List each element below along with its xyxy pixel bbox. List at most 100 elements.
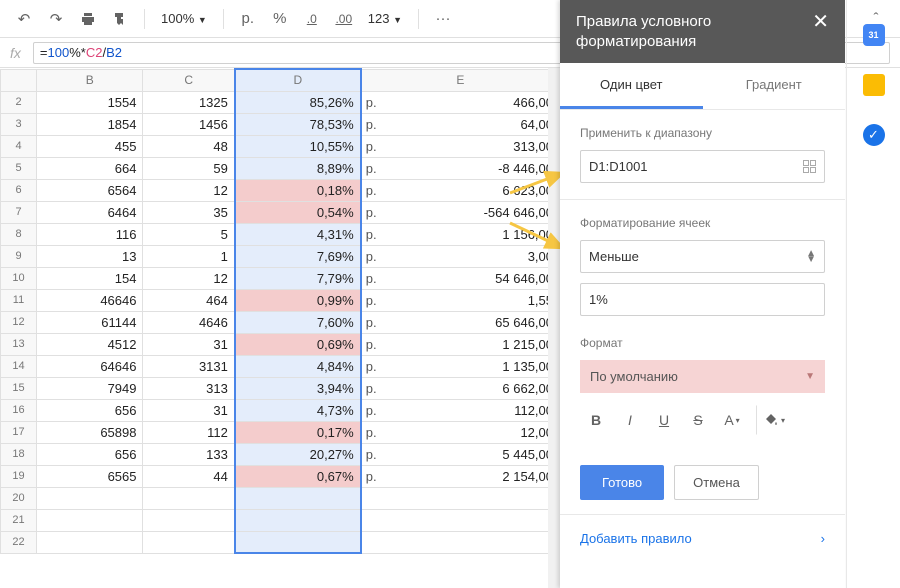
cell[interactable]: 85,26% — [235, 91, 361, 113]
number-format-select[interactable]: 123 ▼ — [362, 11, 408, 26]
cell[interactable]: р.6 662,00 — [361, 377, 560, 399]
row-header[interactable]: 8 — [1, 223, 37, 245]
cell[interactable] — [235, 509, 361, 531]
cell[interactable]: р.1 135,00 — [361, 355, 560, 377]
vertical-scrollbar[interactable] — [548, 68, 560, 588]
cell[interactable]: 1325 — [143, 91, 235, 113]
cell[interactable]: р.-8 446,00 — [361, 157, 560, 179]
cell[interactable]: 6565 — [37, 465, 143, 487]
cell[interactable]: 65898 — [37, 421, 143, 443]
cell[interactable]: 0,17% — [235, 421, 361, 443]
cell[interactable] — [361, 509, 560, 531]
underline-button[interactable]: U — [648, 405, 680, 435]
dec-decrease-button[interactable]: .0 — [298, 5, 326, 33]
cell[interactable] — [361, 487, 560, 509]
cell[interactable]: 0,54% — [235, 201, 361, 223]
row-header[interactable]: 9 — [1, 245, 37, 267]
cell[interactable]: р.54 646,00 — [361, 267, 560, 289]
cell[interactable] — [37, 487, 143, 509]
row-header[interactable]: 3 — [1, 113, 37, 135]
add-rule-button[interactable]: Добавить правило › — [560, 514, 845, 562]
cell[interactable]: р.313,00 — [361, 135, 560, 157]
row-header[interactable]: 19 — [1, 465, 37, 487]
dec-increase-button[interactable]: .00 — [330, 5, 358, 33]
row-header[interactable]: 7 — [1, 201, 37, 223]
row-header[interactable]: 2 — [1, 91, 37, 113]
cell[interactable]: р.6 623,00 — [361, 179, 560, 201]
row-header[interactable]: 14 — [1, 355, 37, 377]
cell[interactable]: 455 — [37, 135, 143, 157]
cell[interactable] — [143, 531, 235, 553]
cancel-button[interactable]: Отмена — [674, 465, 759, 500]
cell[interactable]: 78,53% — [235, 113, 361, 135]
cell[interactable] — [37, 531, 143, 553]
row-header[interactable]: 5 — [1, 157, 37, 179]
cell[interactable]: 44 — [143, 465, 235, 487]
fill-color-button[interactable]: ▾ — [756, 405, 788, 435]
cell[interactable]: 5 — [143, 223, 235, 245]
cell[interactable]: р.65 646,00 — [361, 311, 560, 333]
cell[interactable]: 656 — [37, 399, 143, 421]
cell[interactable]: 1854 — [37, 113, 143, 135]
currency-button[interactable]: р. — [234, 5, 262, 33]
cell[interactable] — [235, 487, 361, 509]
cell[interactable]: р.2 154,00 — [361, 465, 560, 487]
cell[interactable] — [143, 487, 235, 509]
bold-button[interactable]: B — [580, 405, 612, 435]
cell[interactable]: 313 — [143, 377, 235, 399]
cell[interactable]: 1456 — [143, 113, 235, 135]
cell[interactable]: р.5 445,00 — [361, 443, 560, 465]
undo-icon[interactable]: ↶ — [10, 5, 38, 33]
cell[interactable]: 3131 — [143, 355, 235, 377]
cell[interactable]: 31 — [143, 399, 235, 421]
tab-single-color[interactable]: Один цвет — [560, 63, 703, 109]
cell[interactable]: 0,18% — [235, 179, 361, 201]
cell[interactable] — [361, 531, 560, 553]
cell[interactable]: 12 — [143, 179, 235, 201]
range-input[interactable]: D1:D1001 — [580, 150, 825, 183]
col-header-e[interactable]: E — [361, 69, 560, 91]
row-header[interactable]: 16 — [1, 399, 37, 421]
calendar-icon[interactable]: 31 — [863, 24, 885, 46]
row-header[interactable]: 4 — [1, 135, 37, 157]
row-header[interactable]: 12 — [1, 311, 37, 333]
range-select-icon[interactable] — [803, 160, 816, 173]
row-header[interactable]: 18 — [1, 443, 37, 465]
cell[interactable]: 31 — [143, 333, 235, 355]
strike-button[interactable]: S — [682, 405, 714, 435]
cell[interactable]: р.1,55 — [361, 289, 560, 311]
row-header[interactable]: 11 — [1, 289, 37, 311]
cell[interactable]: 7,79% — [235, 267, 361, 289]
print-icon[interactable] — [74, 5, 102, 33]
row-header[interactable]: 10 — [1, 267, 37, 289]
condition-select[interactable]: Меньше ▲▼ — [580, 240, 825, 273]
paint-format-icon[interactable] — [106, 5, 134, 33]
cell[interactable]: 20,27% — [235, 443, 361, 465]
text-color-button[interactable]: A▾ — [716, 405, 748, 435]
more-button[interactable]: ··· — [429, 5, 457, 33]
cell[interactable]: р.12,00 — [361, 421, 560, 443]
done-button[interactable]: Готово — [580, 465, 664, 500]
cell[interactable]: р.466,00 — [361, 91, 560, 113]
cell[interactable]: р.1 215,00 — [361, 333, 560, 355]
cell[interactable]: р.3,00 — [361, 245, 560, 267]
cell[interactable]: р.112,00 — [361, 399, 560, 421]
cell[interactable]: 0,99% — [235, 289, 361, 311]
select-all-corner[interactable] — [1, 69, 37, 91]
cell[interactable]: 13 — [37, 245, 143, 267]
cell[interactable]: 1554 — [37, 91, 143, 113]
cell[interactable]: 4,73% — [235, 399, 361, 421]
row-header[interactable]: 20 — [1, 487, 37, 509]
cell[interactable]: 664 — [37, 157, 143, 179]
cell[interactable]: р.64,00 — [361, 113, 560, 135]
row-header[interactable]: 21 — [1, 509, 37, 531]
cell[interactable]: 8,89% — [235, 157, 361, 179]
cell[interactable]: 64646 — [37, 355, 143, 377]
cell[interactable]: 4,31% — [235, 223, 361, 245]
tab-gradient[interactable]: Градиент — [703, 63, 846, 109]
zoom-select[interactable]: 100% ▼ — [155, 11, 213, 26]
cell[interactable]: 656 — [37, 443, 143, 465]
row-header[interactable]: 6 — [1, 179, 37, 201]
col-header-d[interactable]: D — [235, 69, 361, 91]
cell[interactable] — [235, 531, 361, 553]
